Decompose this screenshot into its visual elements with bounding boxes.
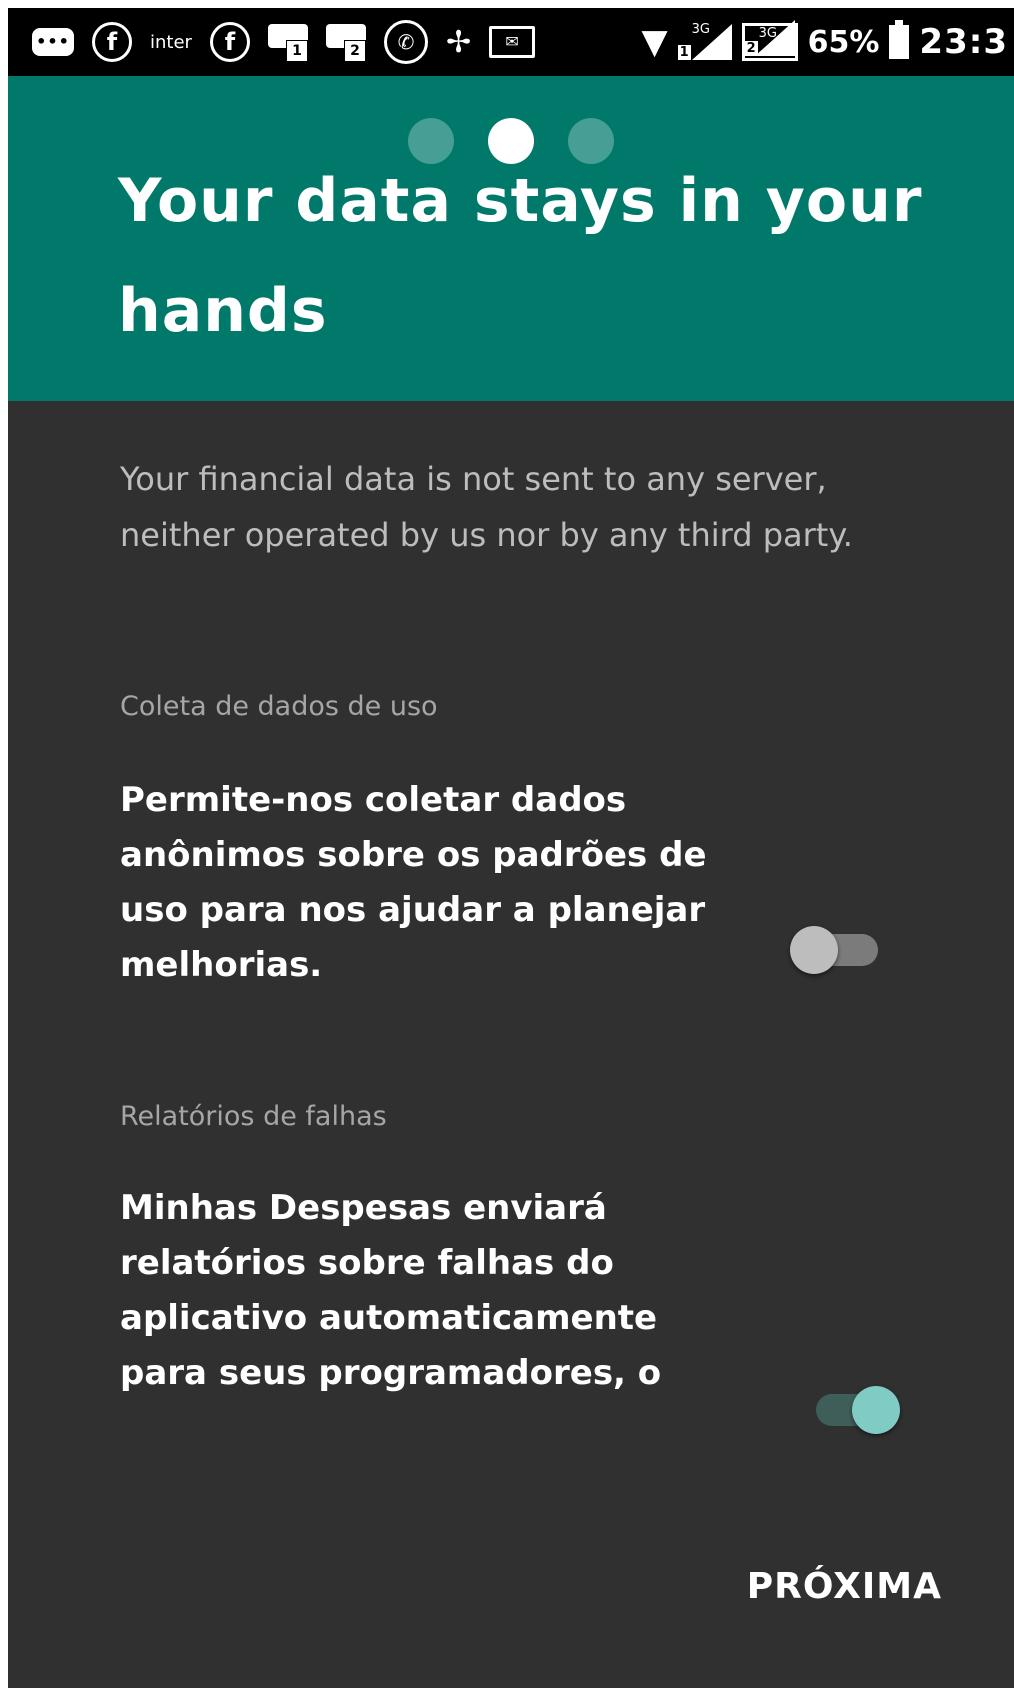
crash-reports-switch[interactable] xyxy=(808,1386,900,1434)
battery-icon xyxy=(889,20,910,59)
crash-reports-label: Relatórios de falhas xyxy=(120,1101,387,1132)
usage-data-label: Coleta de dados de uso xyxy=(120,691,438,722)
sms-sim1-icon: 1 xyxy=(267,22,308,62)
clock: 23:3 xyxy=(919,22,1008,62)
signal-sim1-icon: 3G 1 xyxy=(677,22,732,62)
chat-bubble-icon xyxy=(32,28,74,56)
usage-data-switch[interactable] xyxy=(790,926,882,974)
status-bar: f inter f 1 2 ✆ ✢ ✉ ▼ 3G1 3G2 65% 23:3 xyxy=(8,8,1014,76)
app-screen: f inter f 1 2 ✆ ✢ ✉ ▼ 3G1 3G2 65% 23:3 xyxy=(8,8,1014,1688)
facebook-icon: f xyxy=(209,22,250,62)
intro-text: Your financial data is not sent to any s… xyxy=(120,460,853,554)
onboarding-header: Your data stays in your hands xyxy=(8,76,1014,401)
onboarding-content: Your financial data is not sent to any s… xyxy=(8,401,1014,1688)
switch-thumb xyxy=(852,1386,900,1434)
page-title: Your data stays in your hands xyxy=(118,166,923,346)
system-icons: ▼ 3G 1 3G 2 65% 23:3 xyxy=(641,8,1008,76)
crash-reports-description: Minhas Despesas enviará relatórios sobre… xyxy=(120,1188,662,1393)
whatsapp-icon: ✆ xyxy=(383,20,428,64)
inter-icon: inter xyxy=(150,31,192,53)
battery-percent: 65% xyxy=(807,24,880,60)
signal-sim2-icon: 3G 2 xyxy=(741,20,798,61)
sms-sim2-icon: 2 xyxy=(325,22,366,62)
pinwheel-icon: ✢ xyxy=(445,24,472,60)
notification-icons: f inter f 1 2 ✆ ✢ ✉ xyxy=(32,8,536,76)
usage-data-description: Permite-nos coletar dados anônimos sobre… xyxy=(120,780,707,985)
switch-thumb xyxy=(790,926,838,974)
wifi-icon: ▼ xyxy=(641,22,668,62)
facebook-icon: f xyxy=(92,22,132,62)
mail-icon: ✉ xyxy=(489,26,536,58)
next-button[interactable]: PRÓXIMA xyxy=(747,1566,942,1607)
